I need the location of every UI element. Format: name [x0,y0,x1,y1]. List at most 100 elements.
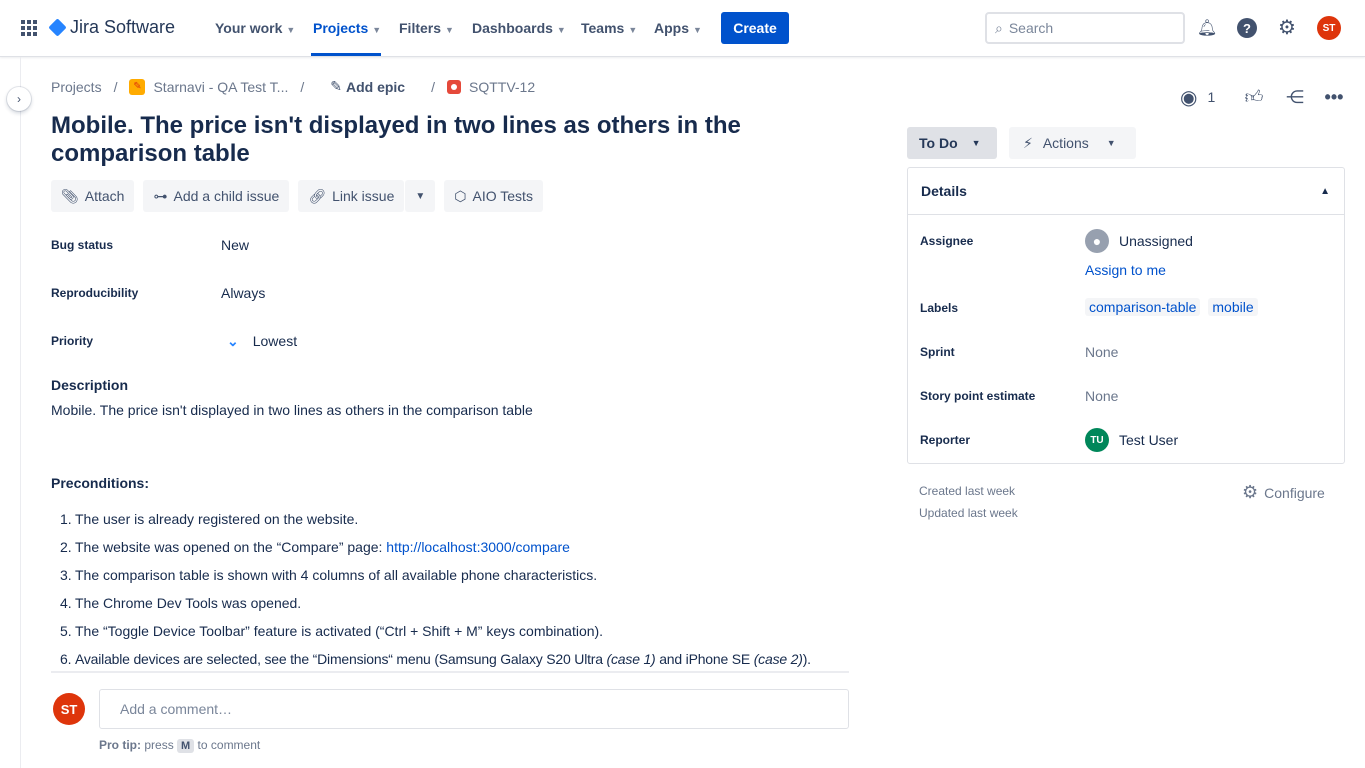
jira-diamond-icon [48,18,67,37]
reporter-avatar: TU [1085,428,1109,452]
preconditions-heading: Preconditions: [51,475,150,491]
item-text: ). [802,651,811,667]
label-tag[interactable]: comparison-table [1085,298,1201,316]
nav-teams[interactable]: Teams ▼ [581,20,637,36]
app-switcher-icon[interactable] [21,20,37,36]
project-icon: ✎ [129,78,146,95]
watch-button[interactable]: ◉ 1 [1180,86,1215,109]
create-button[interactable]: Create [721,12,789,44]
nav-filters[interactable]: Filters ▼ [399,20,454,36]
field-value-bug-status[interactable]: New [221,237,249,253]
notifications-icon[interactable]: 🔔︎ [1197,18,1217,38]
field-value-priority[interactable]: ⌄ Lowest [221,333,297,350]
user-avatar[interactable]: ST [1317,16,1341,40]
attach-button[interactable]: 📎︎ Attach [51,180,135,212]
link-icon: 🔗︎ [308,187,327,204]
reporter-value[interactable]: TU Test User [1085,428,1178,452]
search-input[interactable]: ⌕ Search [985,12,1185,44]
nav-label: Filters [399,20,442,36]
item-text: The comparison table is shown with 4 col… [75,567,598,583]
thumbs-up-icon[interactable]: 👍︎ [1243,86,1265,108]
gear-icon: ⚙ [1242,482,1259,502]
item-text: Available devices are selected, see the … [75,651,607,667]
list-item: 5. The “Toggle Device Toolbar” feature is… [51,622,849,650]
pro-tip-text: to comment [197,738,261,752]
field-label-priority: Priority [51,334,94,348]
assignee-value[interactable]: ● Unassigned [1085,229,1193,253]
button-label: Link issue [332,188,395,204]
lightning-icon: ⚡︎ [1023,134,1033,151]
description-heading: Description [51,377,129,393]
product-name: Jira Software [70,17,176,37]
more-icon[interactable]: ••• [1323,86,1345,108]
pro-tip-label: Pro tip: [99,738,141,752]
jira-logo[interactable]: Jira Software [48,17,176,38]
pencil-icon: ✎ [330,78,342,94]
unassigned-avatar-icon: ● [1085,229,1109,253]
link-issue-button[interactable]: 🔗︎ Link issue [298,180,405,212]
separator: / [113,78,118,95]
nav-label: Your work [215,20,283,36]
labels-label: Labels [920,301,959,315]
sprint-label: Sprint [920,345,955,359]
breadcrumb-issue-key[interactable]: SQTTV-12 [469,79,535,95]
comment-input[interactable]: Add a comment… [99,689,849,729]
field-label-bug-status: Bug status [51,238,114,252]
pro-tip: Pro tip: press M to comment [99,738,261,753]
status-dropdown[interactable]: To Do ▼ [907,127,997,159]
expand-sidebar-button[interactable]: › [7,87,31,111]
issue-title[interactable]: Mobile. The price isn't displayed in two… [51,112,851,168]
search-icon: ⌕ [995,19,1003,36]
item-text: The Chrome Dev Tools was opened. [75,595,302,611]
field-label-reproducibility: Reproducibility [51,286,139,300]
configure-label: Configure [1264,484,1325,501]
nav-label: Dashboards [472,20,553,36]
updated-date: Updated last week [919,506,1018,520]
chevron-down-icon: ▼ [445,25,454,35]
story-points-value[interactable]: None [1085,388,1118,404]
more-actions-dropdown[interactable]: ▼ [405,180,436,212]
description-text[interactable]: Mobile. The price isn't displayed in two… [51,402,533,418]
aio-hexagon-icon: ⬡ [454,187,467,204]
add-epic-link[interactable]: Add epic [346,79,405,95]
nav-dashboards[interactable]: Dashboards ▼ [472,20,566,36]
add-child-issue-button[interactable]: ⊶ Add a child issue [143,180,290,212]
button-label: AIO Tests [472,188,533,204]
aio-tests-button[interactable]: ⬡ AIO Tests [444,180,543,212]
active-nav-indicator [311,53,381,56]
list-item: 2. The website was opened on the “Compare… [51,538,849,566]
nav-label: Projects [313,20,369,36]
breadcrumb-projects[interactable]: Projects [51,79,102,95]
label-tag[interactable]: mobile [1208,298,1258,316]
chevron-down-icon: ▼ [556,25,566,35]
issue-toolbar: 📎︎ Attach ⊶ Add a child issue 🔗︎ Link issue… [51,180,543,212]
created-date: Created last week [919,484,1016,498]
preconditions-list: 1. The user is already registered on the … [51,510,849,678]
list-item: 3. The comparison table is shown with 4 c… [51,566,849,594]
item-number: 4. [60,595,72,611]
field-value-reproducibility[interactable]: Always [221,285,265,301]
actions-dropdown[interactable]: ⚡︎ Actions ▼ [1009,127,1136,159]
chevron-down-icon: ▼ [286,25,296,35]
sprint-value[interactable]: None [1085,344,1118,360]
priority-lowest-icon: ⌄ [227,333,239,349]
assign-to-me-link[interactable]: Assign to me [1085,262,1166,278]
chevron-down-icon: ▼ [693,25,702,35]
breadcrumb-project[interactable]: Starnavi - QA Test T... [153,79,288,95]
chevron-up-icon: ▲ [1320,185,1330,197]
nav-apps[interactable]: Apps ▼ [654,20,702,36]
separator: / [300,78,305,95]
help-icon[interactable]: ? [1237,18,1257,38]
compare-page-link[interactable]: http://localhost:3000/compare [386,539,570,555]
eye-icon: ◉ [1180,86,1198,109]
nav-projects[interactable]: Projects ▼ [313,20,381,36]
item-number: 5. [60,623,72,639]
list-item: 1. The user is already registered on the … [51,510,849,538]
nav-your-work[interactable]: Your work ▼ [215,20,295,36]
settings-icon[interactable]: ⚙ [1276,16,1298,39]
share-icon[interactable]: ⋲ [1284,86,1306,108]
configure-button[interactable]: ⚙ Configure [1242,482,1325,503]
hierarchy-icon: ⊶ [153,187,168,204]
item-text: The website was opened on the “Compare” … [75,539,387,555]
details-header[interactable]: Details ▲ [908,168,1344,215]
